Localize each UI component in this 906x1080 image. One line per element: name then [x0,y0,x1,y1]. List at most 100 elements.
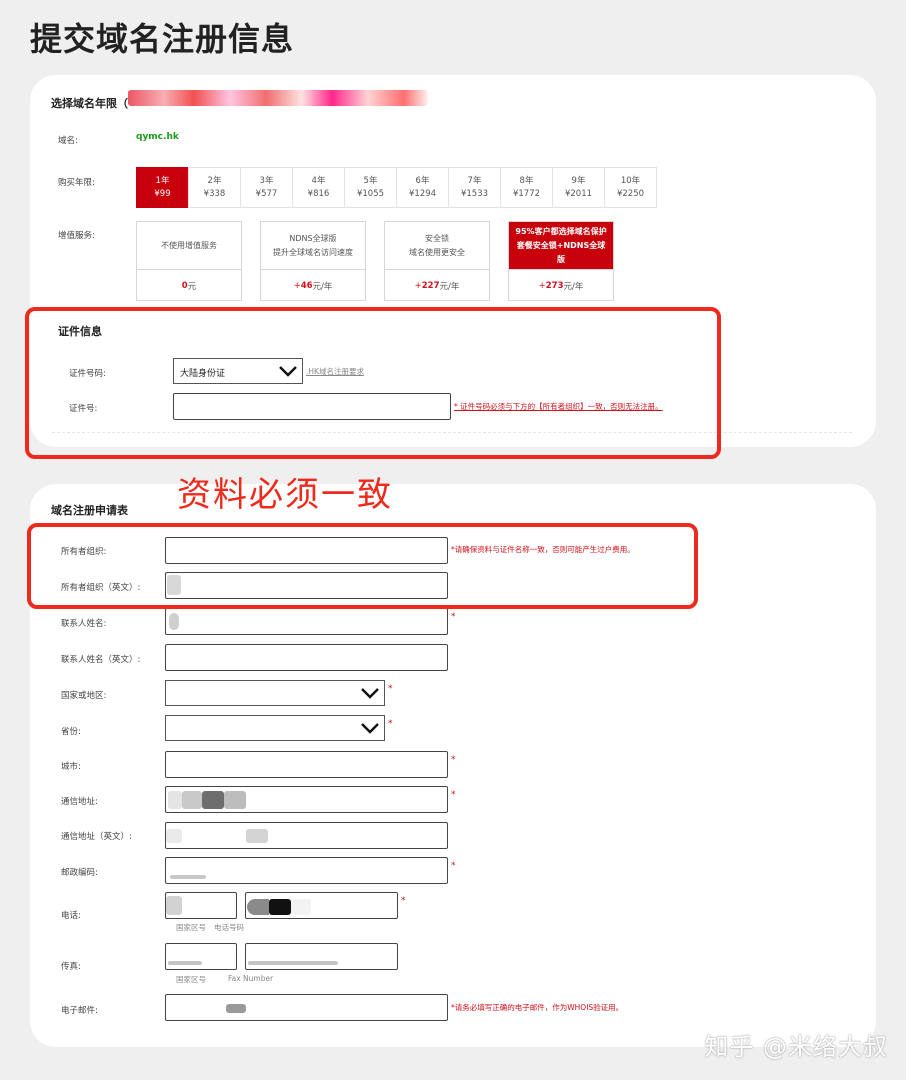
redacted-value [248,961,338,965]
year-price: ¥99 [154,188,171,199]
service-option[interactable]: 不使用增值服务 0 元 [136,221,242,301]
form-title: 域名注册申请表 [51,504,128,517]
year-option[interactable]: 3年 ¥577 [240,167,293,208]
year-price: ¥1055 [356,188,385,199]
service-desc: 安全锁 域名使用更安全 [385,222,489,270]
redacted-value [168,791,182,809]
year-options: 1年 ¥99 2年 ¥338 3年 ¥577 4年 ¥816 5年 ¥1055 6年 ¥1294 7年 ¥… [136,167,657,208]
service-desc: 95%客户都选择域名保护套餐安全锁+NDNS全球版 [509,222,613,270]
year-label: 6年 [415,175,430,186]
annotation-text: 资料必须一致 [177,475,393,515]
year-option[interactable]: 5年 ¥1055 [344,167,397,208]
service-option[interactable]: NDNS全球版 提升全球域名访问速度 +46 元/年 [260,221,366,301]
country-label: 国家或地区: [61,691,107,701]
year-option[interactable]: 7年 ¥1533 [448,167,501,208]
year-option[interactable]: 1年 ¥99 [136,167,189,208]
zip-input[interactable] [165,857,448,884]
year-label: 5年 [363,175,378,186]
year-label: 8年 [519,175,534,186]
email-input[interactable] [165,994,448,1021]
service-price-unit: 元/年 [439,282,460,292]
year-price: ¥816 [307,188,330,199]
service-price-number: 227 [421,281,440,291]
redacted-value [291,899,311,915]
redacted-value [202,791,224,809]
contact-en-input[interactable] [165,644,448,671]
year-option[interactable]: 6年 ¥1294 [396,167,449,208]
address-en-input[interactable] [165,822,448,849]
chevron-down-icon [361,723,379,734]
country-select[interactable] [165,680,385,706]
fax-number-input[interactable] [245,943,398,970]
domain-label: 域名: [58,136,78,146]
required-mark: * [388,684,393,694]
domain-value: qymc.hk [136,132,179,142]
service-desc: NDNS全球版 提升全球域名访问速度 [261,222,365,270]
phone-number-input[interactable] [245,892,398,919]
zip-label: 邮政编码: [61,868,98,878]
province-select[interactable] [165,715,385,741]
service-price: +227 元/年 [385,270,489,302]
address-en-label: 通信地址（英文）: [61,832,132,842]
email-label: 电子邮件: [61,1006,98,1016]
year-label: 4年 [311,175,326,186]
redacted-value [166,829,182,843]
year-option[interactable]: 9年 ¥2011 [552,167,605,208]
service-price: +273 元/年 [509,270,613,302]
phone-area-sublabel: 国家区号 [176,923,206,932]
service-price-unit: 元/年 [312,282,333,292]
fax-number-sublabel: Fax Number [228,974,274,983]
phone-number-sublabel: 电话号码 [214,923,244,932]
phone-area-input[interactable] [165,892,237,919]
service-price-prefix: + [538,281,546,291]
year-label: 2年 [207,175,222,186]
year-option[interactable]: 2年 ¥338 [188,167,241,208]
contact-input[interactable] [165,608,448,635]
province-label: 省份: [61,727,81,737]
required-mark: * [451,790,456,800]
required-mark: * [388,719,393,729]
service-price-unit: 元 [187,282,197,292]
year-price: ¥1294 [408,188,437,199]
watermark: 知乎 @米络大叔 [704,1033,888,1061]
years-label: 购买年限: [58,178,95,188]
required-mark: * [451,755,456,765]
year-price: ¥577 [255,188,278,199]
redacted-value [166,896,182,915]
service-desc: 不使用增值服务 [137,222,241,270]
year-option[interactable]: 8年 ¥1772 [500,167,553,208]
city-label: 城市: [61,762,81,772]
service-price-prefix: + [414,281,422,291]
required-mark: * [451,612,456,622]
required-mark: * [401,896,406,906]
fax-area-input[interactable] [165,943,237,970]
annotation-box-cert [25,307,721,459]
service-price: 0元 [137,270,241,302]
year-option[interactable]: 10年 ¥2250 [604,167,657,208]
service-option[interactable]: 95%客户都选择域名保护套餐安全锁+NDNS全球版 +273 元/年 [508,221,614,301]
service-price-number: 273 [545,281,564,291]
contact-label: 联系人姓名: [61,619,107,629]
services-label: 增值服务: [58,231,95,241]
year-label: 10年 [620,175,641,186]
fax-label: 传真: [61,962,81,972]
redacted-value [182,791,202,809]
fax-area-sublabel: 国家区号 [176,975,206,984]
chevron-down-icon [361,688,379,699]
city-input[interactable] [165,751,448,778]
redacted-value [170,875,206,879]
redacted-text [128,90,428,106]
year-option[interactable]: 4年 ¥816 [292,167,345,208]
service-price: +46 元/年 [261,270,365,302]
redacted-value [247,899,269,915]
service-price-prefix: + [293,281,301,291]
year-label: 3年 [259,175,274,186]
address-input[interactable] [165,786,448,813]
service-option[interactable]: 安全锁 域名使用更安全 +227 元/年 [384,221,490,301]
address-label: 通信地址: [61,797,98,807]
year-price: ¥338 [203,188,226,199]
year-price: ¥2250 [616,188,645,199]
year-price: ¥2011 [564,188,593,199]
redacted-value [246,829,268,843]
redacted-value [168,961,202,965]
